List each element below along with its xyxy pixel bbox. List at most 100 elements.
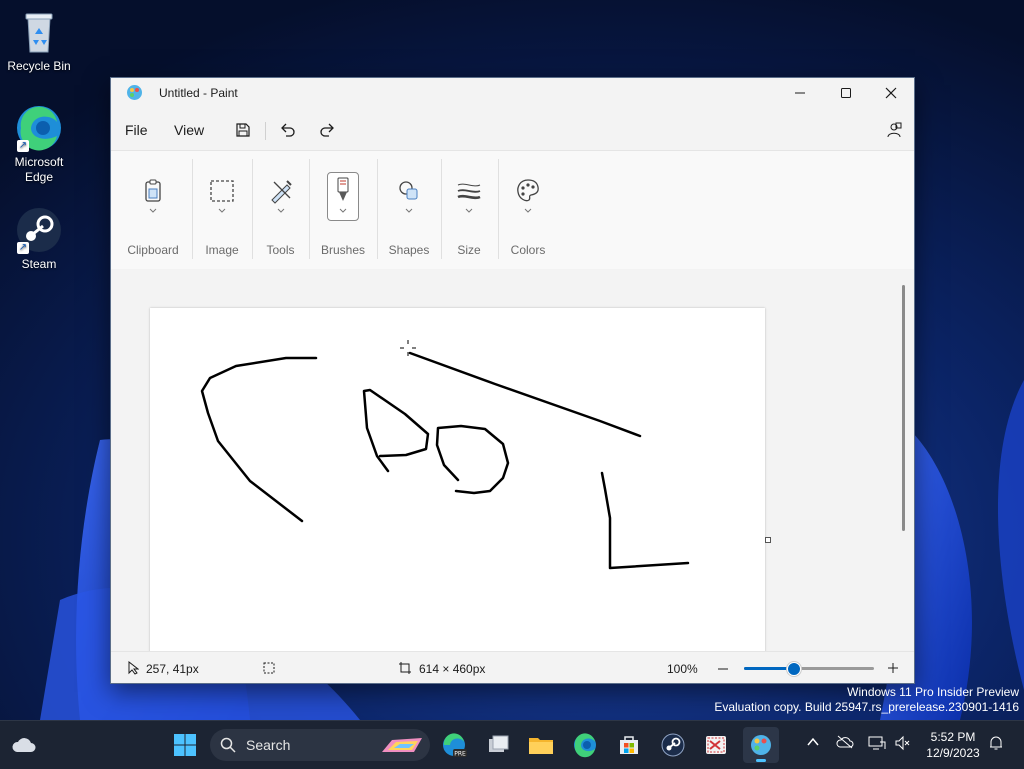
widgets-button[interactable] (6, 727, 42, 763)
desktop-icon-recycle-bin[interactable]: Recycle Bin (3, 8, 75, 74)
tools-icon (270, 180, 292, 204)
canvas-resize-handle[interactable] (765, 537, 771, 543)
minimize-icon (795, 92, 805, 94)
taskbar-store[interactable] (611, 727, 647, 763)
volume-muted-icon[interactable] (894, 735, 910, 751)
taskbar-snipping-tool[interactable] (698, 727, 734, 763)
window-title: Untitled - Paint (159, 86, 238, 100)
ribbon-separator (441, 159, 442, 259)
palette-icon (517, 179, 539, 202)
ribbon-group-colors[interactable]: Colors (500, 151, 556, 269)
undo-button[interactable] (276, 118, 300, 142)
canvas-size-icon (399, 662, 411, 674)
drawn-stroke-corner (600, 471, 690, 570)
drawn-stroke-arc (200, 356, 318, 523)
ribbon-group-label: Colors (510, 243, 546, 257)
store-icon (620, 736, 638, 754)
stroke-size-icon (457, 183, 481, 200)
maximize-icon (841, 88, 851, 98)
search-highlight-icon (382, 738, 422, 752)
ribbon-group-label: Shapes (388, 243, 430, 257)
ribbon-group-image[interactable]: Image (195, 151, 249, 269)
status-bar: 257, 41px 614 × 460px 100% (111, 651, 914, 683)
redo-button[interactable] (315, 118, 339, 142)
redo-icon (320, 123, 334, 137)
taskbar: Search PRE 5:52 PM 12/9/2023 (0, 720, 1024, 769)
save-icon (236, 123, 250, 137)
snipping-tool-icon (706, 736, 726, 754)
taskbar-file-explorer[interactable] (523, 727, 559, 763)
zoom-out-icon[interactable] (717, 663, 729, 675)
watermark-line-2: Evaluation copy. Build 25947.rs_prerelea… (714, 700, 1019, 714)
ribbon-group-label: Clipboard (127, 243, 179, 257)
menu-file[interactable]: File (125, 122, 148, 138)
evaluation-watermark: Windows 11 Pro Insider Preview Evaluatio… (714, 685, 1019, 715)
file-explorer-icon (529, 738, 553, 754)
zoom-in-icon[interactable] (887, 662, 899, 674)
zoom-slider[interactable] (744, 662, 874, 676)
steam-icon (661, 733, 685, 757)
ribbon-group-label: Size (457, 243, 481, 257)
chevron-down-icon (465, 208, 473, 213)
canvas-area[interactable] (111, 269, 914, 651)
ribbon-group-tools[interactable]: Tools (254, 151, 307, 269)
zoom-level: 100% (667, 662, 698, 676)
chevron-up-icon[interactable] (806, 735, 820, 749)
chevron-down-icon (149, 208, 157, 213)
watermark-line-1: Windows 11 Pro Insider Preview (847, 685, 1019, 699)
vertical-scrollbar[interactable] (902, 285, 905, 531)
close-icon (885, 87, 897, 99)
ribbon-separator (252, 159, 253, 259)
taskbar-search[interactable]: Search (210, 729, 430, 761)
chevron-down-icon (524, 208, 532, 213)
taskbar-task-view[interactable] (480, 727, 516, 763)
taskbar-paint[interactable] (743, 727, 779, 763)
menu-bar: File View (111, 108, 914, 150)
ribbon-group-clipboard[interactable]: Clipboard (119, 151, 187, 269)
clipboard-icon (145, 179, 161, 202)
start-button[interactable] (167, 727, 203, 763)
ribbon-separator (192, 159, 193, 259)
weather-cloud-icon (12, 738, 36, 752)
taskbar-steam[interactable] (655, 727, 691, 763)
save-button[interactable] (231, 118, 255, 142)
ribbon-separator (377, 159, 378, 259)
pointer-icon (128, 661, 139, 675)
search-label: Search (246, 737, 291, 753)
ribbon-group-shapes[interactable]: Shapes (379, 151, 439, 269)
zoom-slider-thumb[interactable] (787, 662, 802, 676)
ribbon-group-size[interactable]: Size (443, 151, 495, 269)
account-settings-button[interactable] (882, 118, 906, 142)
network-icon[interactable] (868, 735, 886, 751)
ribbon-separator (498, 159, 499, 259)
close-button[interactable] (868, 78, 914, 108)
steam-icon: ↗ (15, 206, 63, 254)
undo-icon (281, 123, 295, 137)
search-icon (220, 737, 236, 753)
edge-beta-icon: PRE (443, 733, 467, 758)
drawn-stroke-line (408, 351, 642, 438)
chevron-down-icon (218, 208, 226, 213)
taskbar-clock[interactable]: 5:52 PM 12/9/2023 (918, 729, 988, 761)
taskbar-edge-beta[interactable]: PRE (436, 727, 472, 763)
desktop-icon-label: Recycle Bin (7, 59, 71, 73)
title-bar[interactable]: Untitled - Paint (111, 78, 914, 108)
minimize-button[interactable] (777, 78, 823, 108)
notification-icon[interactable] (988, 735, 1004, 751)
desktop-icon-steam[interactable]: ↗ Steam (3, 206, 75, 272)
select-rectangle-icon (210, 180, 234, 202)
drawing-canvas[interactable] (150, 308, 765, 651)
maximize-button[interactable] (823, 78, 869, 108)
desktop-icon-edge[interactable]: ↗ Microsoft Edge (3, 104, 75, 185)
brush-icon (337, 177, 349, 201)
start-icon (174, 734, 196, 756)
taskbar-edge[interactable] (567, 727, 603, 763)
ribbon-group-label: Brushes (320, 243, 366, 257)
cursor-position: 257, 41px (146, 662, 199, 676)
menu-separator (265, 122, 266, 140)
ribbon: Clipboard Image Tools Brushes Shapes Siz… (111, 150, 914, 270)
paint-app-icon (127, 85, 142, 100)
ribbon-group-brushes[interactable]: Brushes (311, 151, 375, 269)
onedrive-icon[interactable] (836, 735, 854, 749)
menu-view[interactable]: View (174, 122, 204, 138)
